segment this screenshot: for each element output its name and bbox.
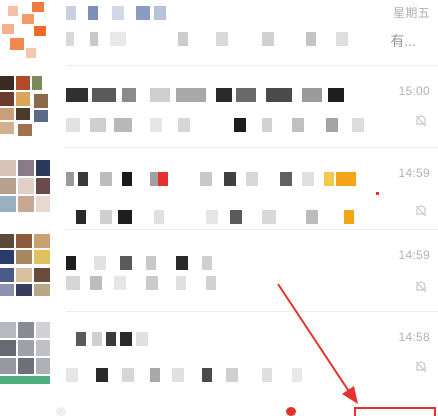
chat-preview-redacted <box>66 368 366 382</box>
chat-list: 星期五 有... 15:00 14:59 14:59 14:58 <box>0 0 438 416</box>
avatar <box>0 160 54 222</box>
chat-preview-redacted <box>66 210 366 224</box>
tab-bar-dot <box>56 407 66 416</box>
chat-preview-redacted <box>66 276 366 290</box>
bell-muted-icon <box>415 205 427 217</box>
chat-time: 15:00 <box>398 84 430 98</box>
chat-list-item[interactable]: 14:59 <box>0 148 438 230</box>
bell-muted-icon <box>415 115 427 127</box>
chat-name-redacted <box>66 172 356 186</box>
avatar <box>0 322 54 384</box>
chat-time: 14:58 <box>398 330 430 344</box>
bell-muted-icon <box>415 281 427 293</box>
chat-preview-tail: 有... <box>390 33 416 49</box>
chat-time: 14:59 <box>398 166 430 180</box>
avatar <box>0 234 54 296</box>
chat-name-redacted <box>66 256 226 270</box>
chat-list-item[interactable]: 14:59 <box>0 230 438 312</box>
chat-preview-redacted <box>66 118 366 132</box>
chat-preview-redacted <box>66 32 366 46</box>
chat-time: 星期五 <box>393 6 430 20</box>
bell-muted-icon <box>415 361 427 373</box>
chat-list-item[interactable]: 15:00 <box>0 66 438 148</box>
chat-time: 14:59 <box>398 248 430 262</box>
avatar <box>0 2 54 64</box>
chat-list-item[interactable]: 14:58 <box>0 312 438 396</box>
chat-name-redacted <box>66 332 186 346</box>
chat-name-redacted <box>66 6 176 20</box>
chat-list-item[interactable]: 星期五 有... <box>0 0 438 66</box>
chat-name-redacted <box>66 88 356 102</box>
tab-bar-badge <box>286 407 296 416</box>
avatar <box>0 76 54 138</box>
